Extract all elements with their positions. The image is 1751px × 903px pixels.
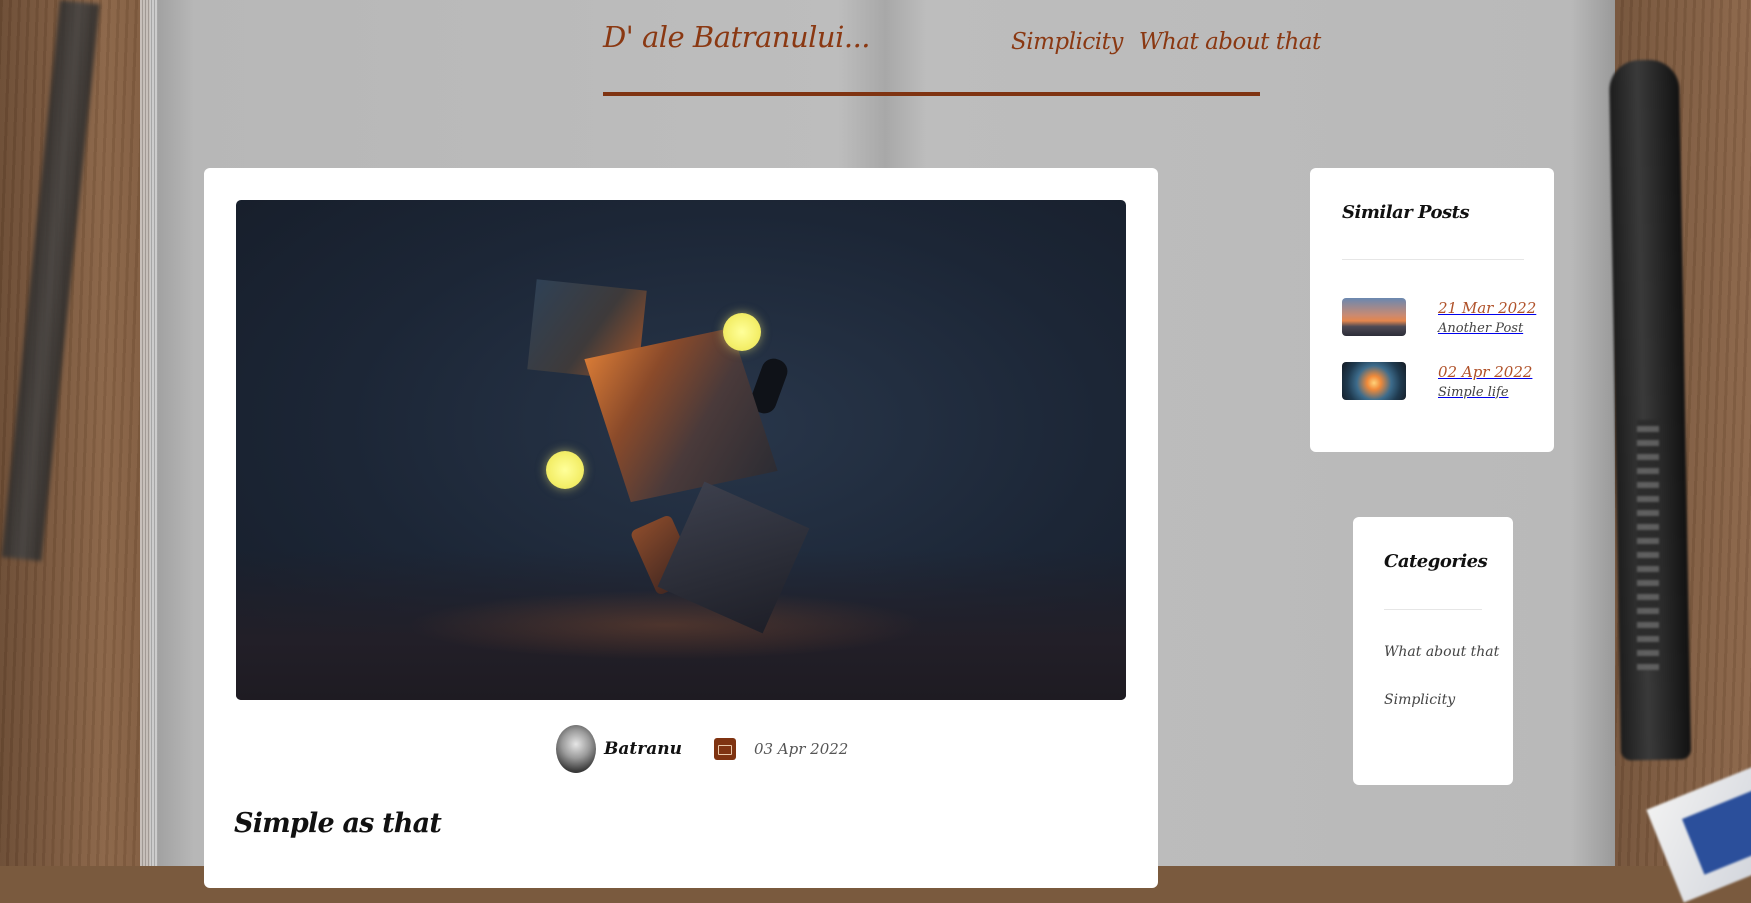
main-nav: Simplicity What about that	[1011, 29, 1321, 55]
categories-heading: Categories	[1384, 551, 1488, 572]
nav-link-simplicity[interactable]: Simplicity	[1011, 29, 1123, 55]
similar-post-title: Another Post	[1438, 320, 1524, 336]
similar-posts-heading: Similar Posts	[1342, 202, 1470, 223]
hero-cube	[584, 327, 778, 503]
similar-post-date: 21 Mar 2022	[1438, 298, 1537, 317]
similar-posts-divider	[1342, 259, 1524, 260]
background-pen-label	[1637, 420, 1659, 670]
similar-posts-widget: Similar Posts 21 Mar 2022 Another Post 0…	[1310, 168, 1554, 452]
similar-post-text: 02 Apr 2022 Simple life	[1438, 363, 1532, 400]
author-name[interactable]: Batranu	[604, 739, 682, 759]
author-avatar[interactable]	[556, 725, 596, 773]
background-notebook-edge	[140, 0, 158, 866]
similar-post-item[interactable]: 02 Apr 2022 Simple life	[1342, 359, 1532, 403]
similar-post-item[interactable]: 21 Mar 2022 Another Post	[1342, 295, 1536, 339]
similar-post-thumbnail	[1342, 362, 1406, 400]
category-link-what-about-that[interactable]: What about that	[1384, 644, 1499, 660]
site-title[interactable]: D' ale Batranului...	[603, 20, 871, 54]
category-link-simplicity[interactable]: Simplicity	[1384, 692, 1455, 708]
similar-post-title: Simple life	[1438, 384, 1509, 400]
calendar-icon	[713, 738, 736, 760]
hero-light-orb	[546, 451, 584, 489]
categories-widget: Categories What about that Simplicity	[1353, 517, 1513, 785]
hero-glow	[406, 590, 926, 660]
post-date: 03 Apr 2022	[753, 740, 849, 758]
similar-post-date: 02 Apr 2022	[1438, 362, 1533, 381]
post-meta: Batranu 03 Apr 2022	[556, 724, 848, 774]
categories-divider	[1384, 609, 1482, 610]
hero-light-orb	[723, 313, 761, 351]
post-hero-image	[236, 200, 1126, 700]
header-divider	[603, 92, 1260, 96]
nav-link-what-about-that[interactable]: What about that	[1139, 29, 1321, 55]
post-card: Batranu 03 Apr 2022 Simple as that	[204, 168, 1158, 888]
similar-post-text: 21 Mar 2022 Another Post	[1438, 299, 1536, 336]
similar-post-thumbnail	[1342, 298, 1406, 336]
post-title: Simple as that	[234, 808, 442, 839]
